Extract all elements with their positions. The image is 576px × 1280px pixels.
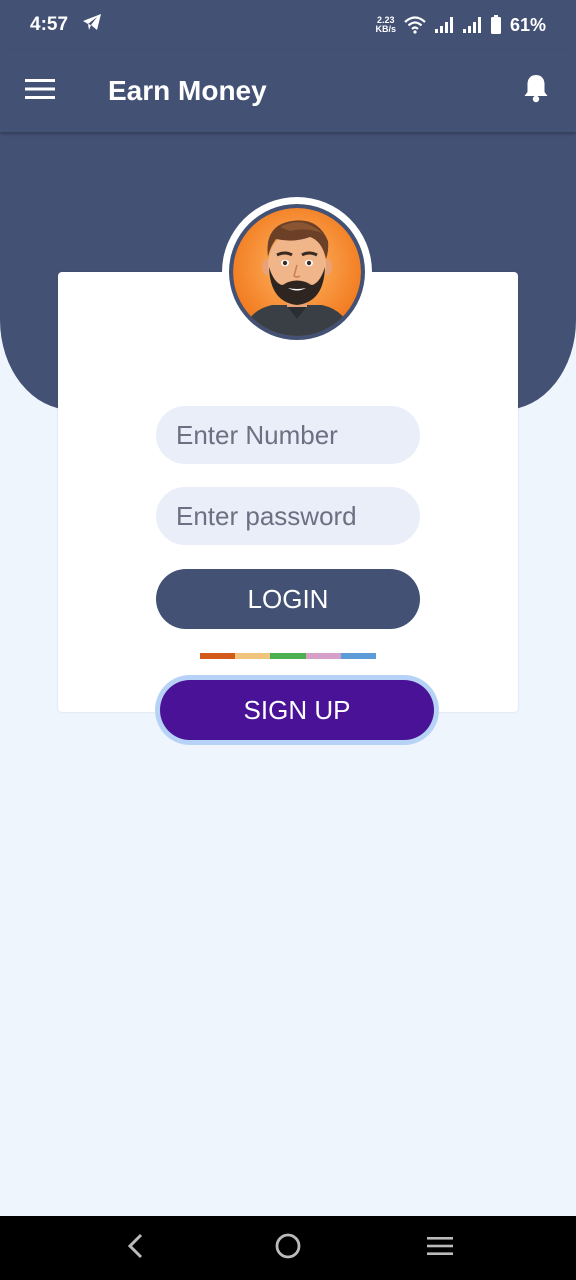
net-speed: 2.23 KB/s xyxy=(375,16,396,34)
avatar-inner xyxy=(229,204,365,340)
signup-button-focus-ring: SIGN UP xyxy=(155,675,439,745)
navigation-bar xyxy=(0,1216,576,1280)
status-right: 2.23 KB/s 61% xyxy=(375,15,546,36)
divider-segment xyxy=(305,653,341,659)
divider-segment xyxy=(340,653,377,659)
rainbow-divider xyxy=(200,653,377,659)
number-input[interactable] xyxy=(156,406,420,464)
wifi-icon xyxy=(404,16,426,34)
battery-percent: 61% xyxy=(509,14,546,35)
menu-button[interactable] xyxy=(0,50,80,132)
login-button[interactable]: LOGIN xyxy=(156,569,420,629)
recents-button[interactable] xyxy=(410,1218,470,1278)
divider-segment xyxy=(270,653,306,659)
signal-icon-2 xyxy=(462,16,482,34)
avatar-illustration xyxy=(233,208,361,336)
notification-button[interactable] xyxy=(516,70,556,110)
divider-segment xyxy=(235,653,271,659)
app-title: Earn Money xyxy=(108,75,267,106)
net-speed-unit: KB/s xyxy=(375,24,396,34)
app-bar: Earn Money xyxy=(0,50,576,132)
status-left: 4:57 xyxy=(30,13,102,37)
back-icon xyxy=(126,1233,146,1264)
avatar xyxy=(222,197,372,347)
back-button[interactable] xyxy=(106,1218,166,1278)
home-button[interactable] xyxy=(258,1218,318,1278)
battery-icon xyxy=(490,15,502,35)
bell-icon xyxy=(523,73,549,108)
recents-icon xyxy=(426,1235,454,1262)
status-time: 4:57 xyxy=(30,14,69,35)
password-input[interactable] xyxy=(156,487,420,545)
home-icon xyxy=(274,1232,302,1265)
signal-icon xyxy=(434,16,454,34)
signup-button[interactable]: SIGN UP xyxy=(160,680,434,740)
telegram-icon xyxy=(82,13,102,37)
hamburger-icon xyxy=(25,78,55,105)
divider-segment xyxy=(200,653,236,659)
status-bar: 4:57 2.23 KB/s 61% xyxy=(0,0,576,50)
